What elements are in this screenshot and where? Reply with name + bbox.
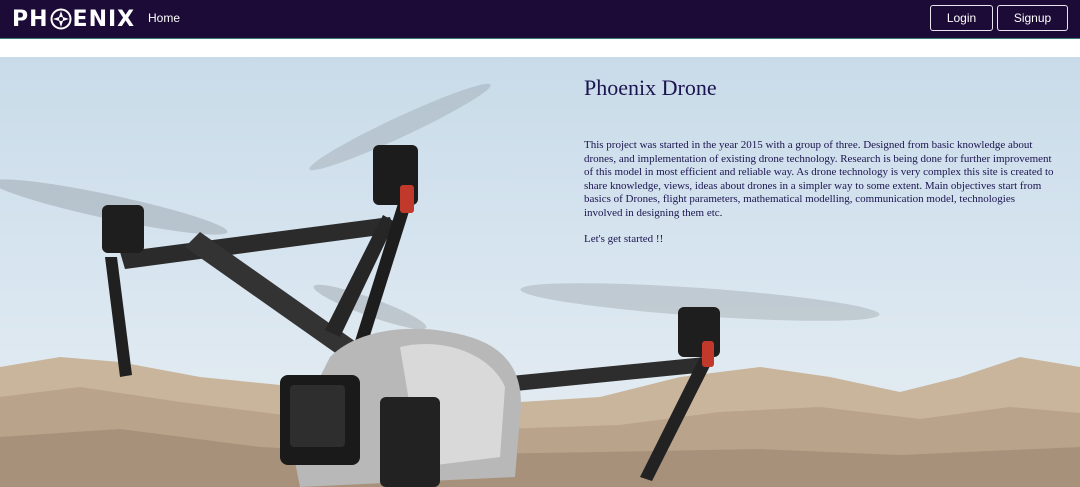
hero-title: Phoenix Drone [584, 75, 717, 100]
hero-content: Phoenix Drone This project was started i… [584, 75, 1054, 245]
top-navbar: PH ENIX Home Login Signup [0, 0, 1080, 39]
signup-button[interactable]: Signup [997, 5, 1068, 31]
hero-description: This project was started in the year 201… [584, 139, 1054, 219]
logo-text-left: PH [12, 6, 49, 32]
login-button[interactable]: Login [930, 5, 993, 31]
logo-text-right: ENIX [72, 6, 136, 32]
phoenix-emblem-icon [50, 8, 72, 30]
hero-section: Phoenix Drone This project was started i… [0, 57, 1080, 487]
brand-logo[interactable]: PH ENIX [12, 6, 135, 32]
hero-cta-text: Let's get started !! [584, 233, 664, 245]
nav-home-link[interactable]: Home [148, 11, 180, 25]
